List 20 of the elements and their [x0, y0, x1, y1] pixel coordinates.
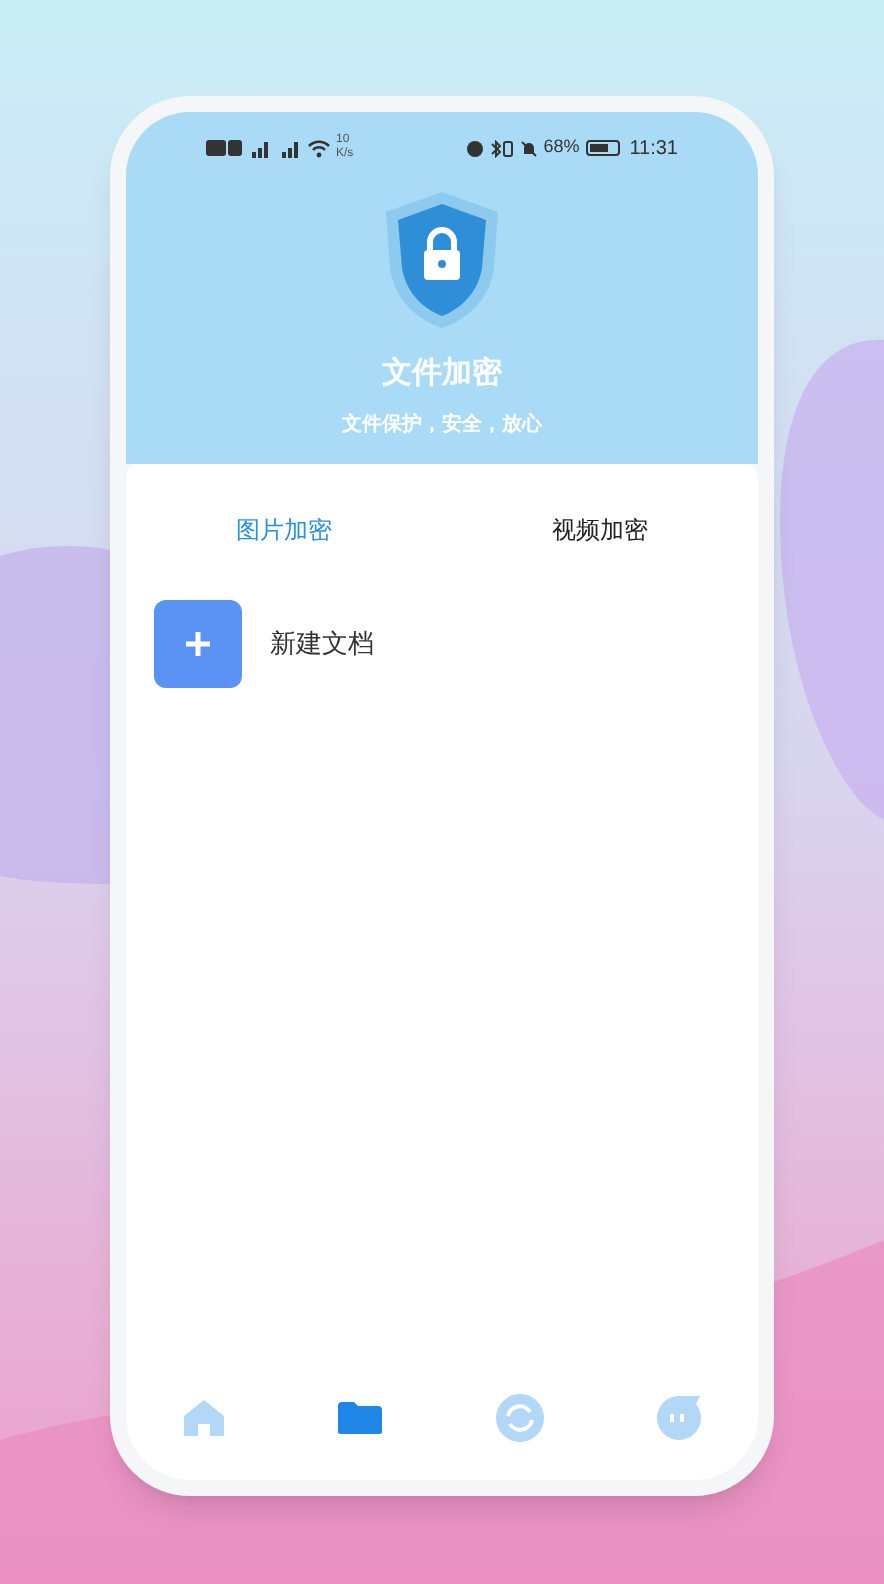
add-button[interactable] [154, 600, 242, 688]
plus-icon [184, 630, 212, 658]
tab[interactable]: 视频加密 [442, 512, 758, 548]
bluetooth-icon [489, 139, 514, 157]
app-subtitle: 文件保护，安全，放心 [342, 410, 542, 439]
hd-icon [206, 140, 242, 156]
chat-bubble-icon[interactable] [654, 1394, 703, 1442]
battery-icon [585, 140, 620, 156]
app-title: 文件加密 [382, 354, 502, 394]
signal-icon [278, 139, 302, 157]
signal-icon [248, 139, 272, 157]
sync-icon[interactable] [495, 1394, 544, 1442]
battery-percent: 68% [543, 134, 580, 161]
clock: 11:31 [629, 135, 678, 163]
mute-icon [519, 139, 538, 157]
folder-icon[interactable] [336, 1400, 385, 1436]
wifi-icon [308, 139, 330, 157]
new-document-label: 新建文档 [270, 626, 374, 663]
home-icon[interactable] [181, 1398, 226, 1438]
shield-lock-icon [382, 188, 502, 332]
